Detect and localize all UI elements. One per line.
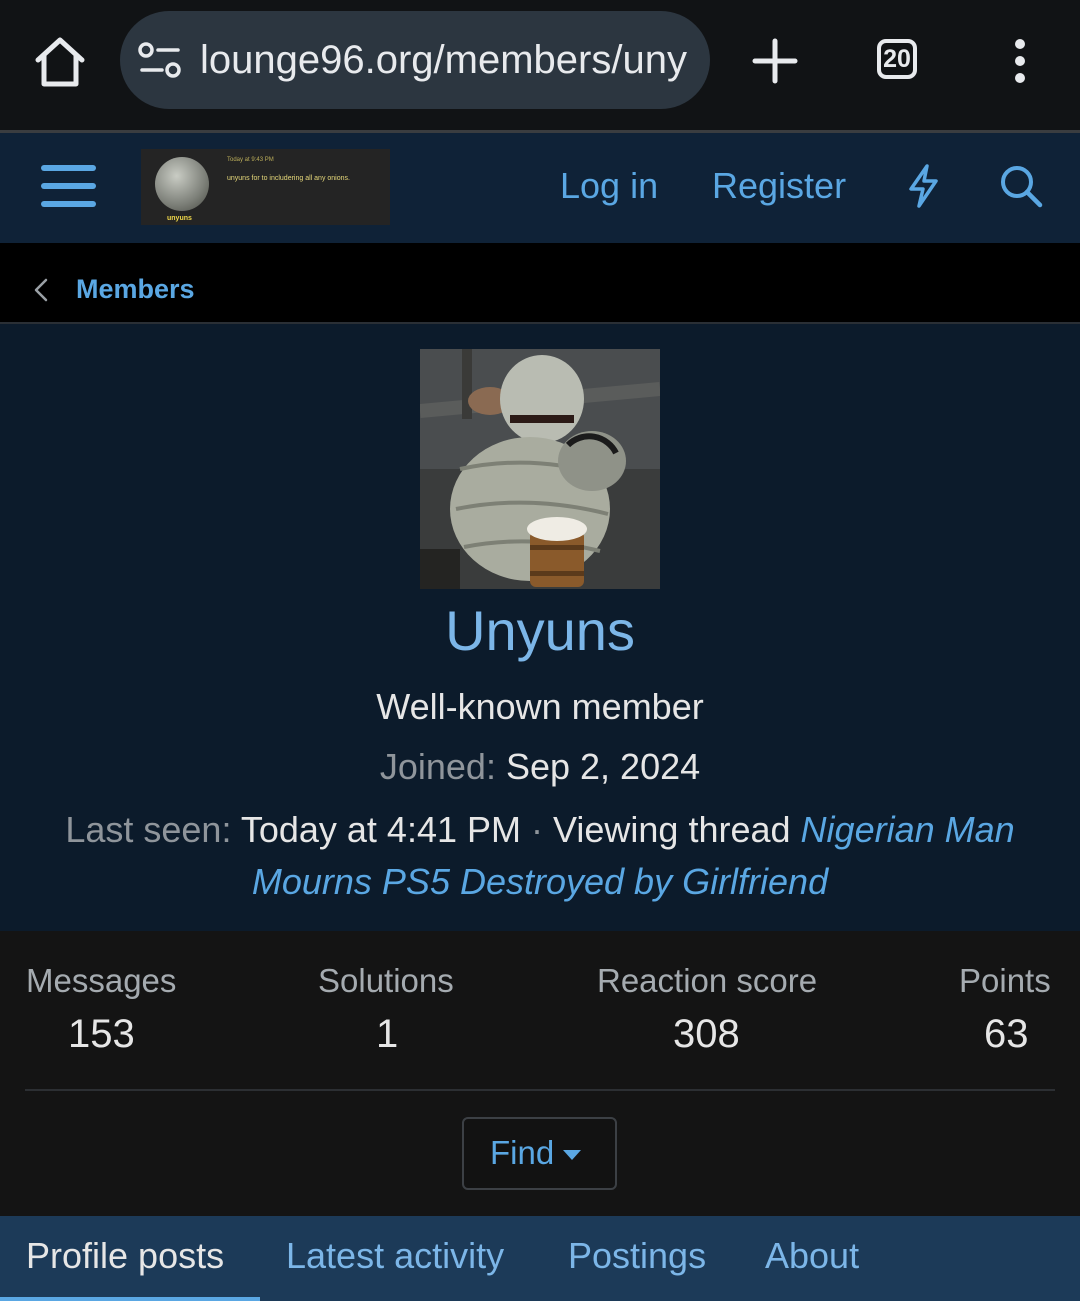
find-button[interactable]: Find: [462, 1117, 617, 1190]
more-menu-icon[interactable]: [1005, 38, 1035, 84]
joined-info: Joined: Sep 2, 2024: [0, 746, 1080, 788]
tab-about[interactable]: About: [765, 1233, 859, 1279]
stat-reaction-score-value[interactable]: 308: [673, 1010, 740, 1058]
logo-avatar: [155, 157, 209, 211]
search-icon[interactable]: [998, 163, 1044, 209]
home-icon[interactable]: [30, 32, 90, 92]
logo-time: Today at 9:43 PM: [227, 157, 274, 163]
logo-name: unyuns: [167, 215, 192, 222]
last-seen-label: Last seen:: [65, 809, 232, 850]
caret-down-icon: [563, 1150, 581, 1160]
register-link[interactable]: Register: [712, 164, 846, 208]
new-tab-icon[interactable]: [748, 34, 802, 88]
user-title: Well-known member: [376, 686, 704, 727]
url-text[interactable]: lounge96.org/members/uny: [200, 37, 700, 83]
tab-profile-posts[interactable]: Profile posts: [26, 1233, 224, 1279]
stat-solutions-label: Solutions: [318, 962, 454, 999]
login-link[interactable]: Log in: [560, 164, 658, 208]
stat-messages-value[interactable]: 153: [68, 1010, 135, 1058]
chevron-left-icon[interactable]: [32, 277, 50, 303]
stat-messages-label: Messages: [26, 962, 177, 999]
last-seen-info: Last seen: Today at 4:41 PM · Viewing th…: [40, 804, 1040, 908]
stat-reaction-score-label: Reaction score: [597, 962, 818, 999]
stats-divider: [25, 1089, 1055, 1091]
activity-separator: ·: [531, 809, 544, 850]
whats-new-bolt-icon[interactable]: [903, 163, 943, 209]
activity-text: Viewing thread: [553, 809, 791, 850]
site-settings-icon[interactable]: [138, 40, 182, 80]
tab-switcher-button[interactable]: 20: [877, 39, 917, 79]
stat-points-value[interactable]: 63: [984, 1010, 1029, 1058]
logo-message: unyuns for to includering all any onions…: [227, 175, 350, 182]
stat-points-label: Points: [959, 962, 1051, 999]
joined-label: Joined:: [379, 746, 496, 787]
breadcrumb-members-link[interactable]: Members: [76, 272, 195, 306]
stat-solutions-value[interactable]: 1: [376, 1010, 398, 1058]
hamburger-menu-icon[interactable]: [41, 163, 97, 209]
joined-date: Sep 2, 2024: [505, 746, 701, 787]
tab-postings[interactable]: Postings: [568, 1233, 706, 1279]
active-tab-indicator: [0, 1297, 260, 1301]
url-bar[interactable]: lounge96.org/members/uny: [120, 11, 710, 109]
site-logo[interactable]: Today at 9:43 PM unyuns for to includeri…: [141, 149, 390, 225]
last-seen-time: Today at 4:41 PM: [240, 809, 521, 850]
tab-latest-activity[interactable]: Latest activity: [286, 1233, 504, 1279]
find-label: Find: [490, 1134, 555, 1171]
user-avatar[interactable]: [420, 349, 660, 589]
profile-username: Unyuns: [445, 599, 635, 662]
